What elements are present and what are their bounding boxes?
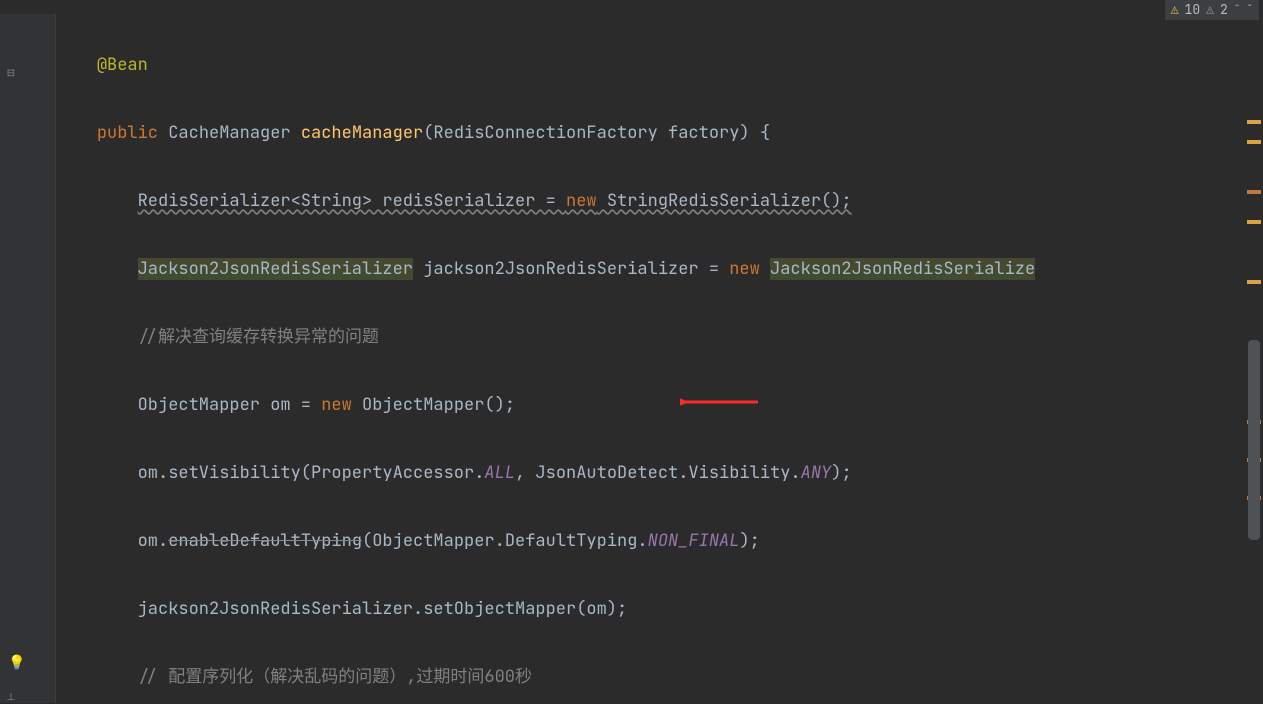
code-line: om.enableDefaultTyping(ObjectMapper.Defa… bbox=[56, 524, 1245, 558]
scroll-thumb[interactable] bbox=[1248, 340, 1260, 540]
code-line: public CacheManager cacheManager(RedisCo… bbox=[56, 116, 1245, 150]
scroll-mark[interactable] bbox=[1247, 190, 1261, 194]
scroll-mark[interactable] bbox=[1247, 220, 1261, 224]
gutter: ⊟ ⊥ 💡 bbox=[0, 14, 56, 703]
fold-end-icon[interactable]: ⊥ bbox=[4, 690, 18, 704]
scrollbar[interactable] bbox=[1245, 20, 1263, 703]
code-line: @Bean bbox=[56, 48, 1245, 82]
code-line: jackson2JsonRedisSerializer.setObjectMap… bbox=[56, 592, 1245, 626]
code-line: RedisSerializer<String> redisSerializer … bbox=[56, 184, 1245, 218]
fold-toggle-icon[interactable]: ⊟ bbox=[4, 66, 18, 80]
scroll-mark[interactable] bbox=[1247, 120, 1261, 124]
code-line: //解决查询缓存转换异常的问题 bbox=[56, 320, 1245, 354]
code-line: om.setVisibility(PropertyAccessor.ALL, J… bbox=[56, 456, 1245, 490]
code-line: ObjectMapper om = new ObjectMapper(); bbox=[56, 388, 1245, 422]
scroll-mark[interactable] bbox=[1247, 280, 1261, 284]
intention-bulb-icon[interactable]: 💡 bbox=[8, 646, 25, 680]
scroll-mark[interactable] bbox=[1247, 140, 1261, 144]
code-line: // 配置序列化（解决乱码的问题）,过期时间600秒 bbox=[56, 660, 1245, 694]
code-line: Jackson2JsonRedisSerializer jackson2Json… bbox=[56, 252, 1245, 286]
code-editor[interactable]: @Bean public CacheManager cacheManager(R… bbox=[56, 14, 1245, 703]
